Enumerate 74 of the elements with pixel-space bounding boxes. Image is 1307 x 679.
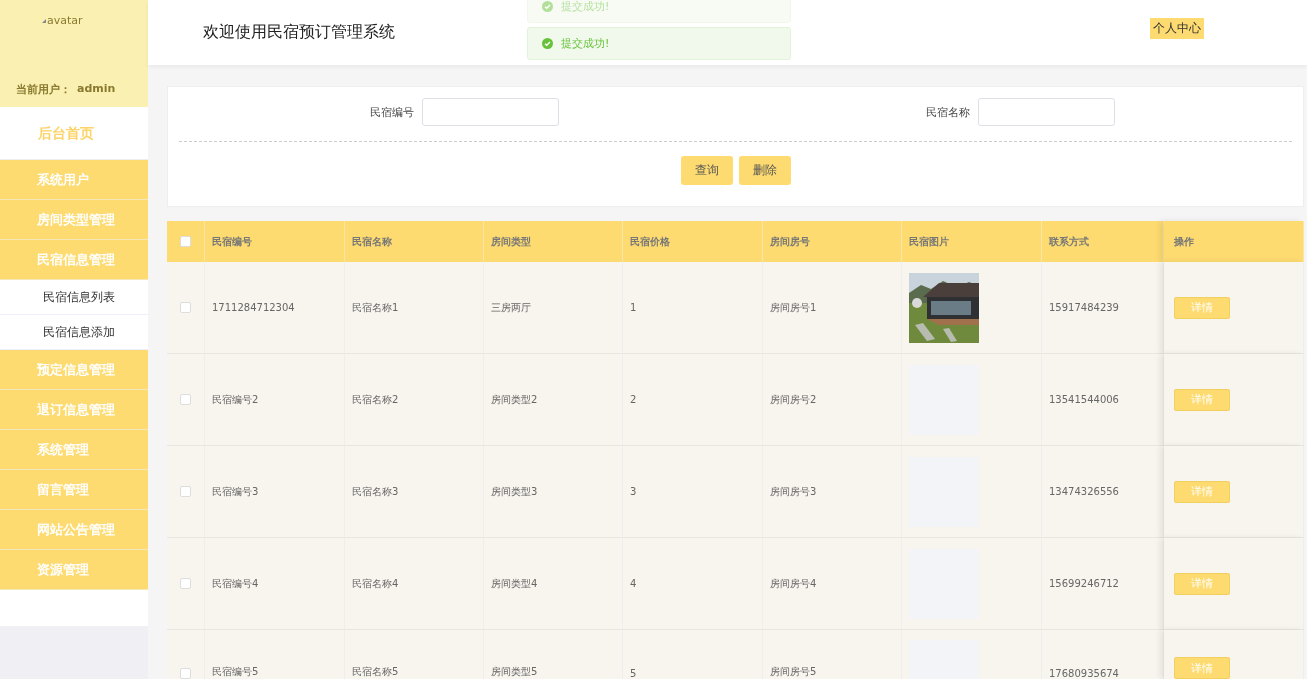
column-header: 民宿编号 <box>212 234 252 249</box>
action-button[interactable]: 查询 <box>680 156 733 185</box>
table-cell: 1711284712304 <box>212 302 295 313</box>
menu-item[interactable]: 网站公告管理 <box>0 510 148 550</box>
details-button[interactable]: 详情 <box>1174 657 1230 679</box>
table-cell: 1 <box>630 302 637 313</box>
checkbox[interactable] <box>180 302 191 313</box>
table-cell: 房间房号5 <box>770 665 817 679</box>
table-cell: 民宿编号2 <box>212 392 259 407</box>
details-button[interactable]: 详情 <box>1174 572 1230 595</box>
checkbox[interactable] <box>180 578 191 589</box>
table-cell: 房间房号4 <box>770 576 817 591</box>
table-cell: 17680935674 <box>1049 668 1119 679</box>
checkbox[interactable] <box>180 394 191 405</box>
field-label: 民宿名称 <box>926 104 971 120</box>
checkbox[interactable] <box>180 486 191 497</box>
toast-message: 提交成功! <box>561 36 610 51</box>
menu-item[interactable]: 民宿信息管理 <box>0 240 148 280</box>
table-cell: 房间类型3 <box>491 484 538 499</box>
menu-item[interactable]: 房间类型管理 <box>0 200 148 240</box>
table-cell: 13474326556 <box>1049 486 1119 497</box>
column-header: 民宿图片 <box>909 234 949 249</box>
column-header: 房间房号 <box>770 234 810 249</box>
table-cell: 房间房号2 <box>770 392 817 407</box>
table-cell: 民宿名称2 <box>352 392 399 407</box>
broken-image-icon <box>42 18 46 23</box>
table-cell: 民宿名称4 <box>352 576 399 591</box>
table-cell: 房间类型5 <box>491 665 538 679</box>
table-cell: 13541544006 <box>1049 394 1119 405</box>
column-header: 联系方式 <box>1049 234 1089 249</box>
checkbox[interactable] <box>180 668 191 679</box>
table-cell: 房间房号1 <box>770 300 817 315</box>
input-field[interactable] <box>978 98 1116 126</box>
column-header: 民宿名称 <box>352 234 392 249</box>
table-cell: 民宿名称5 <box>352 665 399 679</box>
table-cell: 15699246712 <box>1049 578 1119 589</box>
column-header: 操作 <box>1174 234 1194 249</box>
table-cell: 民宿名称3 <box>352 484 399 499</box>
table-cell: 3 <box>630 486 637 497</box>
table-cell: 民宿编号4 <box>212 576 259 591</box>
table-cell: 民宿编号3 <box>212 484 259 499</box>
menu-item[interactable]: 留言管理 <box>0 470 148 510</box>
menu-item[interactable]: 系统管理 <box>0 430 148 470</box>
user-name: admin <box>77 82 116 97</box>
details-button[interactable]: 详情 <box>1174 296 1230 319</box>
table-cell: 三房两厅 <box>491 300 531 315</box>
check-circle-icon <box>542 38 553 49</box>
page-title: 欢迎使用民宿预订管理系统 <box>203 22 395 43</box>
toast-message: 提交成功! <box>561 0 610 14</box>
column-header: 房间类型 <box>491 234 531 249</box>
table-cell: 房间房号3 <box>770 484 817 499</box>
column-header: 民宿价格 <box>630 234 670 249</box>
table-cell: 民宿名称1 <box>352 300 399 315</box>
table-cell: 民宿编号5 <box>212 665 259 679</box>
avatar-alt-text: avatar <box>47 14 83 27</box>
check-circle-icon <box>542 1 553 12</box>
details-button[interactable]: 详情 <box>1174 388 1230 411</box>
table-cell: 房间类型2 <box>491 392 538 407</box>
table-cell: 5 <box>630 668 637 679</box>
profile-link[interactable]: 个人中心 <box>1150 18 1204 39</box>
user-label: 当前用户： <box>16 82 71 97</box>
menu-item[interactable]: 预定信息管理 <box>0 350 148 390</box>
menu-item[interactable]: 资源管理 <box>0 550 148 590</box>
checkbox[interactable] <box>180 236 191 247</box>
table-cell: 2 <box>630 394 637 405</box>
field-label: 民宿编号 <box>369 104 414 120</box>
action-button[interactable]: 删除 <box>738 156 791 185</box>
menu-item[interactable]: 退订信息管理 <box>0 390 148 430</box>
input-field[interactable] <box>421 98 559 126</box>
details-button[interactable]: 详情 <box>1174 480 1230 503</box>
table-cell: 15917484239 <box>1049 302 1119 313</box>
table-cell: 房间类型4 <box>491 576 538 591</box>
menu-item[interactable]: 系统用户 <box>0 160 148 200</box>
table-cell: 4 <box>630 578 637 589</box>
